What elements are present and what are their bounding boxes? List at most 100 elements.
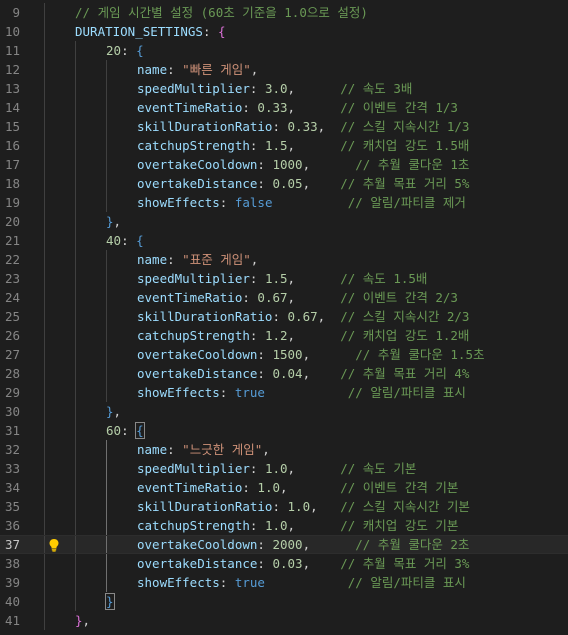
code-line[interactable]: 9 // 게임 시간별 설정 (60초 기준을 1.0으로 설정) (0, 3, 568, 22)
indent-guide (44, 516, 45, 535)
string-token: "느긋한 게임" (182, 442, 263, 457)
code-line[interactable]: 40} (0, 592, 568, 611)
code-text: speedMultiplier: 1.5, // 속도 1.5배 (137, 269, 427, 288)
code-token: , (287, 138, 341, 153)
code-text: }, (75, 611, 90, 630)
indent-guide (44, 478, 45, 497)
line-number: 9 (12, 5, 20, 20)
code-line[interactable]: 30}, (0, 402, 568, 421)
code-line[interactable]: 27 overtakeCooldown: 1500, // 추월 쿨다운 1.5초 (0, 345, 568, 364)
code-text: }, (106, 402, 121, 421)
code-text: showEffects: false // 알림/파티클 제거 (137, 193, 466, 212)
code-token: catchupStrength (137, 328, 250, 343)
code-token: : (272, 499, 288, 514)
code-token: 1500 (272, 347, 303, 362)
code-token: 0.05 (272, 176, 303, 191)
code-line[interactable]: 26 catchupStrength: 1.2, // 캐치업 강도 1.2배 (0, 326, 568, 345)
code-line[interactable]: 29 showEffects: true // 알림/파티클 표시 (0, 383, 568, 402)
line-number: 14 (4, 100, 20, 115)
code-line[interactable]: 10 DURATION_SETTINGS: { (0, 22, 568, 41)
code-text: catchupStrength: 1.5, // 캐치업 강도 1.5배 (137, 136, 469, 155)
code-token: , (287, 271, 341, 286)
code-text: speedMultiplier: 3.0, // 속도 3배 (137, 79, 412, 98)
code-text: } (105, 592, 115, 611)
code-token: : (257, 347, 273, 362)
line-number: 31 (4, 423, 20, 438)
code-editor[interactable]: 9 // 게임 시간별 설정 (60초 기준을 1.0으로 설정) 10 DURATI… (0, 0, 568, 635)
code-token: : (257, 537, 273, 552)
code-line[interactable]: 12 name: "빠른 게임", (0, 60, 568, 79)
code-line[interactable]: 37 overtakeCooldown: 2000, // 추월 쿨다운 2초 (0, 535, 568, 554)
code-line[interactable]: 17 overtakeCooldown: 1000, // 추월 쿨다운 1초 (0, 155, 568, 174)
code-line[interactable]: 20}, (0, 212, 568, 231)
line-number: 28 (4, 366, 20, 381)
code-text: overtakeCooldown: 1000, // 추월 쿨다운 1초 (137, 155, 469, 174)
code-line[interactable]: 32 name: "느긋한 게임", (0, 440, 568, 459)
code-line[interactable]: 18 overtakeDistance: 0.05, // 추월 목표 거리 5% (0, 174, 568, 193)
comment-token: // 추월 목표 거리 3% (340, 556, 470, 571)
line-number: 19 (4, 195, 20, 210)
code-token: 3.0 (264, 81, 288, 96)
code-line[interactable]: 23 speedMultiplier: 1.5, // 속도 1.5배 (0, 269, 568, 288)
code-line[interactable]: 24 eventTimeRatio: 0.67, // 이벤트 간격 2/3 (0, 288, 568, 307)
indent-guide (44, 364, 45, 383)
code-line[interactable]: 14 eventTimeRatio: 0.33, // 이벤트 간격 1/3 (0, 98, 568, 117)
indent-guide (106, 497, 107, 516)
code-line[interactable]: 33 speedMultiplier: 1.0, // 속도 기본 (0, 459, 568, 478)
lightbulb-icon[interactable] (47, 538, 61, 552)
code-line[interactable]: 28 overtakeDistance: 0.04, // 추월 목표 거리 4% (0, 364, 568, 383)
line-number: 17 (4, 157, 20, 172)
code-token: { (136, 233, 144, 248)
code-token: , (302, 537, 356, 552)
code-text: skillDurationRatio: 0.33, // 스킬 지속시간 1/3 (137, 117, 469, 136)
comment-token: // 추월 쿨다운 2초 (355, 537, 470, 552)
code-token: , (82, 613, 91, 628)
code-line[interactable]: 36 catchupStrength: 1.0, // 캐치업 강도 기본 (0, 516, 568, 535)
code-token: 1.0 (264, 461, 288, 476)
code-line[interactable]: 21 40: { (0, 231, 568, 250)
code-text: // 게임 시간별 설정 (60초 기준을 1.0으로 설정) (75, 3, 368, 22)
code-token: { (136, 43, 144, 58)
code-token: false (234, 195, 273, 210)
code-token: , (250, 252, 259, 267)
indent-guide (106, 536, 107, 553)
code-token: : (257, 556, 273, 571)
indent-guide (106, 345, 107, 364)
code-line[interactable]: 13 speedMultiplier: 3.0, // 속도 3배 (0, 79, 568, 98)
line-number: 36 (4, 518, 20, 533)
code-line[interactable]: 22 name: "표준 게임", (0, 250, 568, 269)
code-token: skillDurationRatio (137, 119, 273, 134)
indent-guide (44, 383, 45, 402)
line-number: 10 (4, 24, 20, 39)
code-text: 60: { (106, 421, 145, 440)
code-line[interactable]: 16 catchupStrength: 1.5, // 캐치업 강도 1.5배 (0, 136, 568, 155)
code-token: : (242, 480, 258, 495)
code-token: overtakeCooldown (137, 537, 258, 552)
comment-token: // 이벤트 간격 1/3 (340, 100, 458, 115)
code-line[interactable]: 11 20: { (0, 41, 568, 60)
code-line[interactable]: 38 overtakeDistance: 0.03, // 추월 목표 거리 3% (0, 554, 568, 573)
code-token: eventTimeRatio (137, 100, 243, 115)
code-token: speedMultiplier (137, 461, 250, 476)
indent-guide (106, 269, 107, 288)
indent-guide (44, 41, 45, 60)
code-line[interactable]: 34 eventTimeRatio: 1.0, // 이벤트 간격 기본 (0, 478, 568, 497)
code-line[interactable]: 25 skillDurationRatio: 0.67, // 스킬 지속시간 2… (0, 307, 568, 326)
code-token: : (242, 100, 258, 115)
indent-guide (106, 250, 107, 269)
code-token: overtakeDistance (137, 176, 258, 191)
code-token: 1.2 (264, 328, 288, 343)
indent-guide (75, 269, 76, 288)
indent-guide (106, 79, 107, 98)
code-line[interactable]: 19 showEffects: false // 알림/파티클 제거 (0, 193, 568, 212)
code-token: 2000 (272, 537, 303, 552)
code-line[interactable]: 31 60: { (0, 421, 568, 440)
indent-guide (75, 174, 76, 193)
code-line[interactable]: 15 skillDurationRatio: 0.33, // 스킬 지속시간 1… (0, 117, 568, 136)
code-line[interactable]: 41}, (0, 611, 568, 630)
code-line[interactable]: 39 showEffects: true // 알림/파티클 표시 (0, 573, 568, 592)
code-line[interactable]: 35 skillDurationRatio: 1.0, // 스킬 지속시간 기본 (0, 497, 568, 516)
line-number: 21 (4, 233, 20, 248)
code-token: , (280, 480, 341, 495)
